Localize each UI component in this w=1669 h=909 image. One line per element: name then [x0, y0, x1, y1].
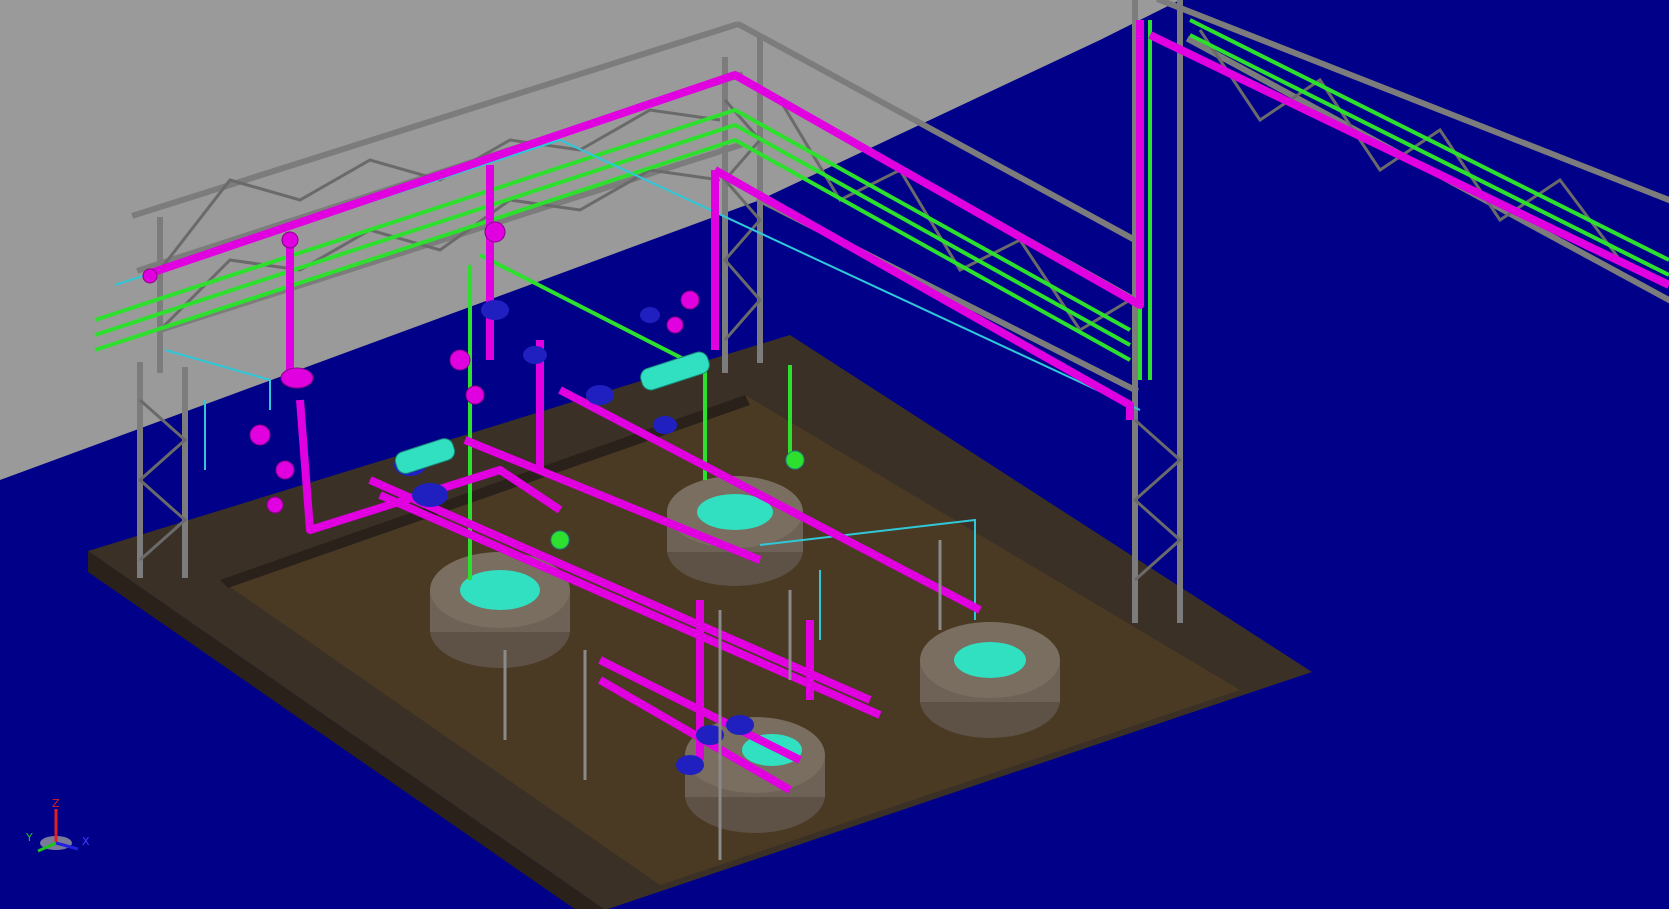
orientation-triad[interactable]: Z Y X: [18, 795, 98, 865]
tank-3[interactable]: [920, 622, 1060, 738]
z-axis-label: Z: [52, 797, 60, 810]
plant-3d-scene[interactable]: [0, 0, 1669, 909]
3d-model-viewport[interactable]: Z Y X: [0, 0, 1669, 909]
x-axis-label: X: [82, 835, 90, 848]
y-axis-label: Y: [25, 831, 33, 844]
